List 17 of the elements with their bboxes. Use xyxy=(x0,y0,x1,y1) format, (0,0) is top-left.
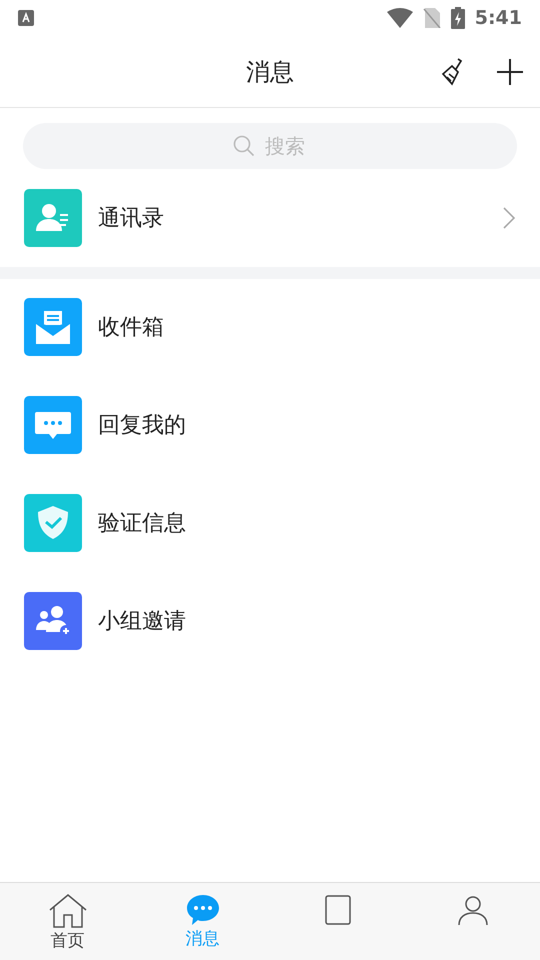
nav-tab[interactable]: 首页 xyxy=(0,883,135,960)
battery-charging-icon xyxy=(450,7,465,29)
search-field[interactable]: 搜索 xyxy=(23,123,517,169)
chat-bubble-icon xyxy=(184,893,220,927)
message-category-row[interactable]: 回复我的 xyxy=(0,396,540,454)
message-category-row[interactable]: 小组邀请 xyxy=(0,592,540,650)
keyboard-notification-icon xyxy=(18,10,34,26)
message-category-row[interactable]: 验证信息 xyxy=(0,494,540,552)
no-sim-icon xyxy=(422,8,441,28)
contacts-row[interactable]: 通讯录 xyxy=(0,189,540,267)
header-title: 消息 xyxy=(246,56,294,88)
status-time: 5:41 xyxy=(474,6,522,31)
search-icon xyxy=(233,135,255,157)
chevron-right-icon xyxy=(502,206,516,230)
message-category-row[interactable]: 收件箱 xyxy=(0,298,540,356)
home-icon xyxy=(48,893,88,929)
wifi-icon xyxy=(386,8,413,28)
